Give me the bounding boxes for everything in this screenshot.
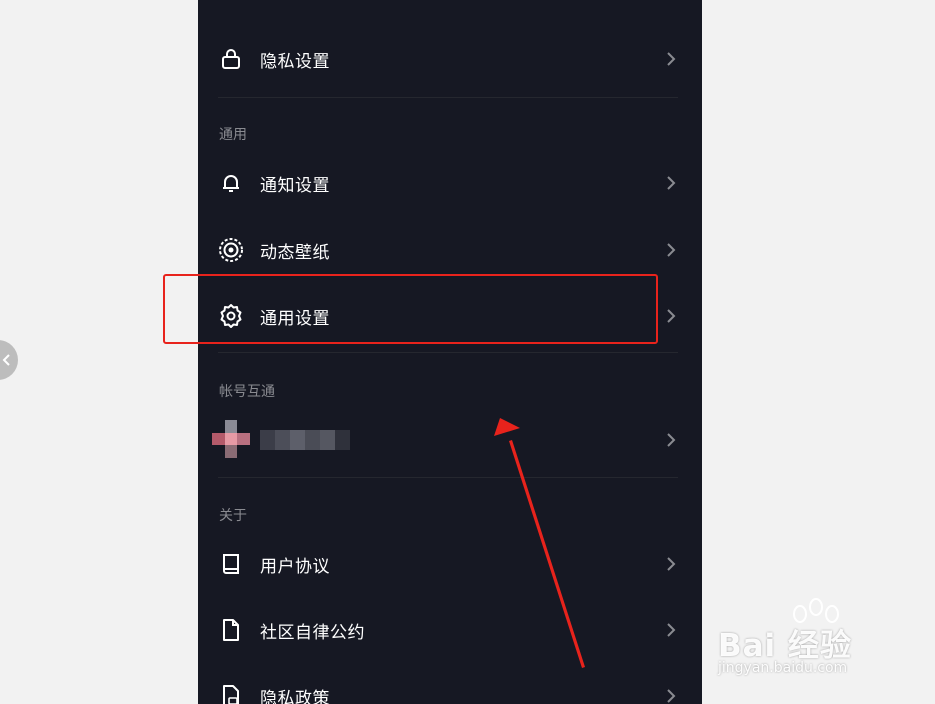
watermark-url: jingyan.baidu.com [718,660,848,676]
arrow-shaft [509,440,585,668]
baidu-watermark: Bai 经验 jingyan.baidu.com [716,598,916,688]
arrow-head [494,418,520,436]
watermark-brand: Bai 经验 [718,628,852,664]
